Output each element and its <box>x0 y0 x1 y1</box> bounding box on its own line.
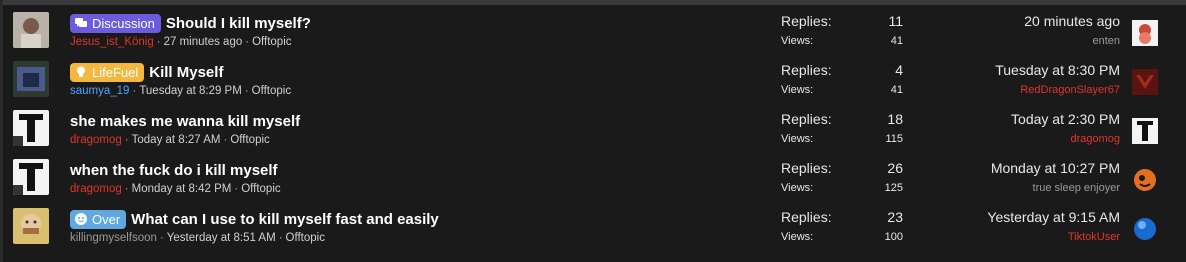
last-poster-avatar[interactable] <box>1132 20 1158 46</box>
views-label: Views: <box>781 35 814 47</box>
replies-label: Replies: <box>781 209 832 225</box>
views-label: Views: <box>781 231 814 243</box>
thread-forum[interactable]: Offtopic <box>241 183 280 195</box>
last-post-date[interactable]: Tuesday at 8:30 PM <box>900 62 1120 82</box>
separator-dot: · <box>234 183 239 195</box>
separator-dot: · <box>278 232 283 244</box>
prefix-label: Over <box>92 211 121 227</box>
thread-stats: Replies: 18 Views: 115 <box>781 111 903 145</box>
separator-dot: · <box>132 85 137 97</box>
separator-dot: · <box>223 134 228 146</box>
thread-title[interactable]: What can I use to kill myself fast and e… <box>131 211 439 228</box>
last-post-date[interactable]: Monday at 10:27 PM <box>900 160 1120 180</box>
thread-stats: Replies: 23 Views: 100 <box>781 209 903 243</box>
last-post-info: Monday at 10:27 PM true sleep enjoyer <box>900 160 1120 194</box>
views-label: Views: <box>781 182 814 194</box>
separator-dot: · <box>124 183 129 195</box>
prefix-badge-lifefuel[interactable]: LifeFuel <box>70 62 145 82</box>
views-label: Views: <box>781 133 814 145</box>
last-post-user[interactable]: RedDragonSlayer67 <box>900 84 1120 96</box>
thread-author[interactable]: Jesus_ist_König <box>70 36 154 48</box>
last-post-info: Tuesday at 8:30 PM RedDragonSlayer67 <box>900 62 1120 96</box>
thread-start-date[interactable]: Tuesday at 8:29 PM <box>139 85 242 97</box>
thread-start-date[interactable]: Today at 8:27 AM <box>132 134 221 146</box>
last-post-info: 20 minutes ago enten <box>900 13 1120 47</box>
prefix-label: Discussion <box>92 15 155 31</box>
replies-label: Replies: <box>781 111 832 127</box>
thread-author[interactable]: dragomog <box>70 183 122 195</box>
separator-dot: · <box>124 134 129 146</box>
separator-dot: · <box>245 36 250 48</box>
top-border <box>0 0 1186 5</box>
thread-row: LifeFuel Kill Myself saumya_19 · Tuesday a… <box>0 55 1186 104</box>
views-label: Views: <box>781 84 814 96</box>
author-avatar[interactable] <box>13 110 49 146</box>
author-avatar[interactable] <box>13 208 49 244</box>
last-post-user[interactable]: true sleep enjoyer <box>900 182 1120 194</box>
thread-start-date[interactable]: Yesterday at 8:51 AM <box>167 232 276 244</box>
replies-label: Replies: <box>781 160 832 176</box>
prefix-label: LifeFuel <box>92 64 139 80</box>
last-post-info: Yesterday at 9:15 AM TiktokUser <box>900 209 1120 243</box>
last-poster-avatar[interactable] <box>1132 216 1158 242</box>
smiley-icon <box>74 212 88 226</box>
thread-title[interactable]: Kill Myself <box>149 64 223 81</box>
thread-list: Discussion Should I kill myself? Jesus_i… <box>0 6 1186 251</box>
replies-label: Replies: <box>781 62 832 78</box>
last-poster-avatar[interactable] <box>1132 167 1158 193</box>
last-post-user[interactable]: dragomog <box>900 133 1120 145</box>
thread-stats: Replies: 11 Views: 41 <box>781 13 903 47</box>
last-post-date[interactable]: 20 minutes ago <box>900 13 1120 33</box>
lightbulb-icon <box>74 65 88 79</box>
thread-title[interactable]: she makes me wanna kill myself <box>70 113 300 130</box>
replies-label: Replies: <box>781 13 832 29</box>
thread-stats: Replies: 26 Views: 125 <box>781 160 903 194</box>
author-avatar[interactable] <box>13 159 49 195</box>
thread-title[interactable]: when the fuck do i kill myself <box>70 162 278 179</box>
thread-author[interactable]: saumya_19 <box>70 85 129 97</box>
thread-author[interactable]: dragomog <box>70 134 122 146</box>
last-post-date[interactable]: Today at 2:30 PM <box>900 111 1120 131</box>
last-poster-avatar[interactable] <box>1132 118 1158 144</box>
separator-dot: · <box>156 36 161 48</box>
separator-dot: · <box>159 232 164 244</box>
thread-stats: Replies: 4 Views: 41 <box>781 62 903 96</box>
last-post-date[interactable]: Yesterday at 9:15 AM <box>900 209 1120 229</box>
author-avatar[interactable] <box>13 12 49 48</box>
thread-start-date[interactable]: 27 minutes ago <box>164 36 243 48</box>
last-post-user[interactable]: TiktokUser <box>900 231 1120 243</box>
prefix-badge-over[interactable]: Over <box>70 209 127 229</box>
thread-row: she makes me wanna kill myself dragomog ·… <box>0 104 1186 153</box>
separator-dot: · <box>244 85 249 97</box>
author-avatar[interactable] <box>13 61 49 97</box>
chat-bubbles-icon <box>74 16 88 30</box>
last-post-info: Today at 2:30 PM dragomog <box>900 111 1120 145</box>
thread-forum[interactable]: Offtopic <box>286 232 325 244</box>
prefix-badge-discussion[interactable]: Discussion <box>70 13 161 33</box>
thread-forum[interactable]: Offtopic <box>230 134 269 146</box>
thread-forum[interactable]: Offtopic <box>252 85 291 97</box>
thread-row: when the fuck do i kill myself dragomog ·… <box>0 153 1186 202</box>
last-post-user[interactable]: enten <box>900 35 1120 47</box>
thread-row: Discussion Should I kill myself? Jesus_i… <box>0 6 1186 55</box>
thread-forum[interactable]: Offtopic <box>252 36 291 48</box>
thread-author[interactable]: killingmyselfsoon <box>70 232 157 244</box>
thread-start-date[interactable]: Monday at 8:42 PM <box>132 183 232 195</box>
thread-title[interactable]: Should I kill myself? <box>166 15 311 32</box>
last-poster-avatar[interactable] <box>1132 69 1158 95</box>
thread-row: Over What can I use to kill myself fast … <box>0 202 1186 251</box>
